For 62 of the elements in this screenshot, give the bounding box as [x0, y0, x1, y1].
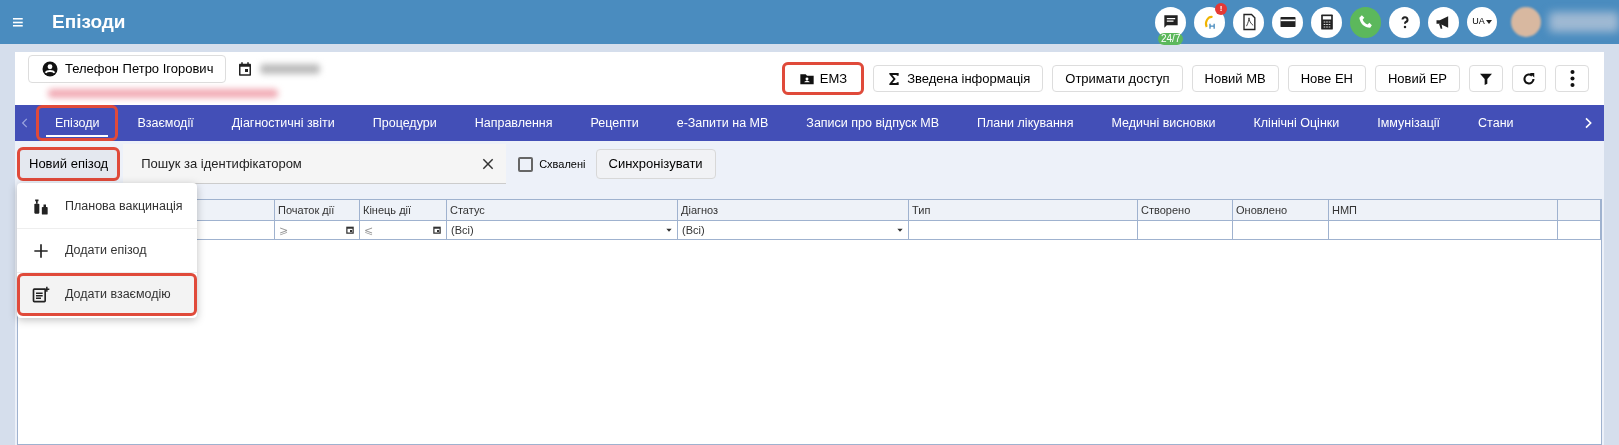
more-button[interactable] — [1555, 65, 1589, 92]
dropdown-icon — [896, 226, 904, 234]
filter-button[interactable] — [1469, 65, 1503, 92]
menu-item[interactable]: Додати епізод — [17, 229, 197, 272]
tab[interactable]: Клінічні Оцінки — [1234, 105, 1359, 141]
note-add-icon — [31, 284, 51, 305]
column-header: Кінець дії — [360, 200, 447, 220]
action-button[interactable]: Новий МВ — [1191, 65, 1279, 92]
calendar-icon — [432, 225, 442, 235]
tab[interactable]: Стани — [1459, 105, 1533, 141]
column-header: Тип — [909, 200, 1138, 220]
caret-icon — [1485, 20, 1492, 24]
tab[interactable]: Рецепти — [571, 105, 658, 141]
refresh-button[interactable] — [1512, 65, 1546, 92]
dropdown-icon — [665, 226, 673, 234]
column-header: Створено — [1138, 200, 1233, 220]
pdf-button[interactable] — [1233, 6, 1264, 38]
menu-item[interactable]: Додати взаємодію — [17, 273, 197, 316]
alert-badge: ! — [1215, 2, 1227, 15]
tab[interactable]: Взаємодії — [118, 105, 213, 141]
tab[interactable]: Плани лікування — [958, 105, 1093, 141]
card-button[interactable] — [1272, 6, 1303, 38]
search-field[interactable]: Пошук за ідентифікатором — [123, 144, 507, 184]
action-button[interactable]: Нове ЕН — [1287, 65, 1366, 92]
approved-checkbox[interactable] — [518, 156, 534, 172]
action-button[interactable]: Отримати доступ — [1052, 65, 1183, 92]
select-filter[interactable]: (Всі) — [678, 221, 909, 239]
action-button[interactable]: Новий ЕР — [1375, 65, 1460, 92]
checkbox-label: Схвалені — [539, 156, 586, 172]
column-header: Статус — [447, 200, 678, 220]
patient-button[interactable]: Телефон Петро Ігорович — [28, 55, 227, 83]
redacted-text — [260, 64, 321, 74]
redacted-text — [1549, 12, 1619, 32]
tab[interactable]: Направлення — [455, 105, 572, 141]
tab[interactable]: Записи про відпуск МВ — [787, 105, 958, 141]
tab[interactable]: Медичні висновки — [1092, 105, 1235, 141]
sync-button[interactable]: Синхронізувати — [595, 149, 716, 179]
calendar-icon — [345, 225, 355, 235]
column-header: Оновлено — [1233, 200, 1329, 220]
person-icon — [41, 60, 59, 78]
new-episode-button[interactable]: Новий епізод — [17, 147, 121, 181]
column-header: Діагноз — [678, 200, 909, 220]
summary-button[interactable]: Зведена інформація — [873, 65, 1044, 92]
menu-item[interactable]: Планова вакцинація — [17, 185, 197, 228]
column-header: НМП — [1329, 200, 1558, 220]
language-button[interactable]: UA — [1467, 7, 1497, 37]
phone-button[interactable] — [1350, 6, 1381, 38]
page-title: Епізоди — [52, 9, 126, 34]
help-button[interactable] — [1389, 6, 1420, 38]
tab[interactable]: Процедури — [353, 105, 456, 141]
tab[interactable]: Іммунізації — [1358, 105, 1460, 141]
megaphone-button[interactable] — [1428, 6, 1459, 38]
tab[interactable]: Епізоди — [36, 105, 119, 141]
tab[interactable]: е-Запити на МВ — [657, 105, 788, 141]
menu-icon[interactable]: ≡ — [12, 7, 52, 37]
calculator-button[interactable] — [1311, 6, 1342, 38]
select-filter[interactable]: (Всі) — [447, 221, 678, 239]
logo-button[interactable] — [1194, 6, 1225, 38]
more-icon — [1569, 70, 1575, 87]
emz-button[interactable]: ЕМЗ — [781, 62, 865, 95]
tab[interactable]: Діагностичні звіти — [212, 105, 354, 141]
column-header: Початок дії — [275, 200, 360, 220]
